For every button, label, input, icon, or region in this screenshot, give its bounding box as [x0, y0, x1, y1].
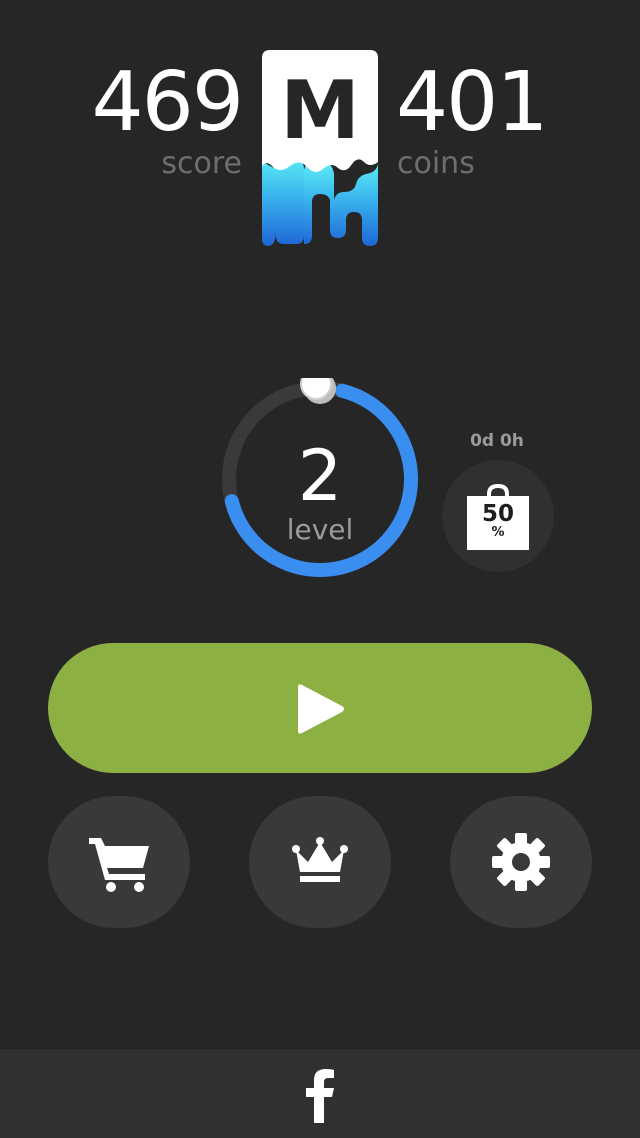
gear-icon	[492, 833, 550, 891]
crown-icon	[292, 837, 348, 882]
sale-button[interactable]: 50 %	[442, 460, 554, 572]
shop-button[interactable]	[48, 796, 190, 928]
facebook-icon[interactable]	[300, 1067, 340, 1123]
level-number: 2	[297, 435, 343, 517]
game-logo: M	[262, 50, 378, 246]
level-ring-knob	[300, 378, 336, 404]
logo-letter: M	[280, 64, 360, 157]
level-label: level	[286, 513, 354, 546]
sale-percent: 50	[481, 501, 514, 527]
score-label: score	[161, 146, 242, 181]
sale-percent-sign: %	[491, 525, 505, 540]
coins-label: coins	[397, 146, 475, 181]
coins-value: 401	[396, 55, 549, 150]
play-button[interactable]	[48, 643, 592, 773]
leaderboard-button[interactable]	[249, 796, 391, 928]
footer-bar	[0, 1047, 640, 1138]
shopping-cart-icon	[89, 838, 149, 892]
settings-button[interactable]	[450, 796, 592, 928]
play-icon	[298, 684, 344, 734]
sale-timer: 0d 0h	[470, 431, 524, 451]
score-value: 469	[91, 55, 244, 150]
